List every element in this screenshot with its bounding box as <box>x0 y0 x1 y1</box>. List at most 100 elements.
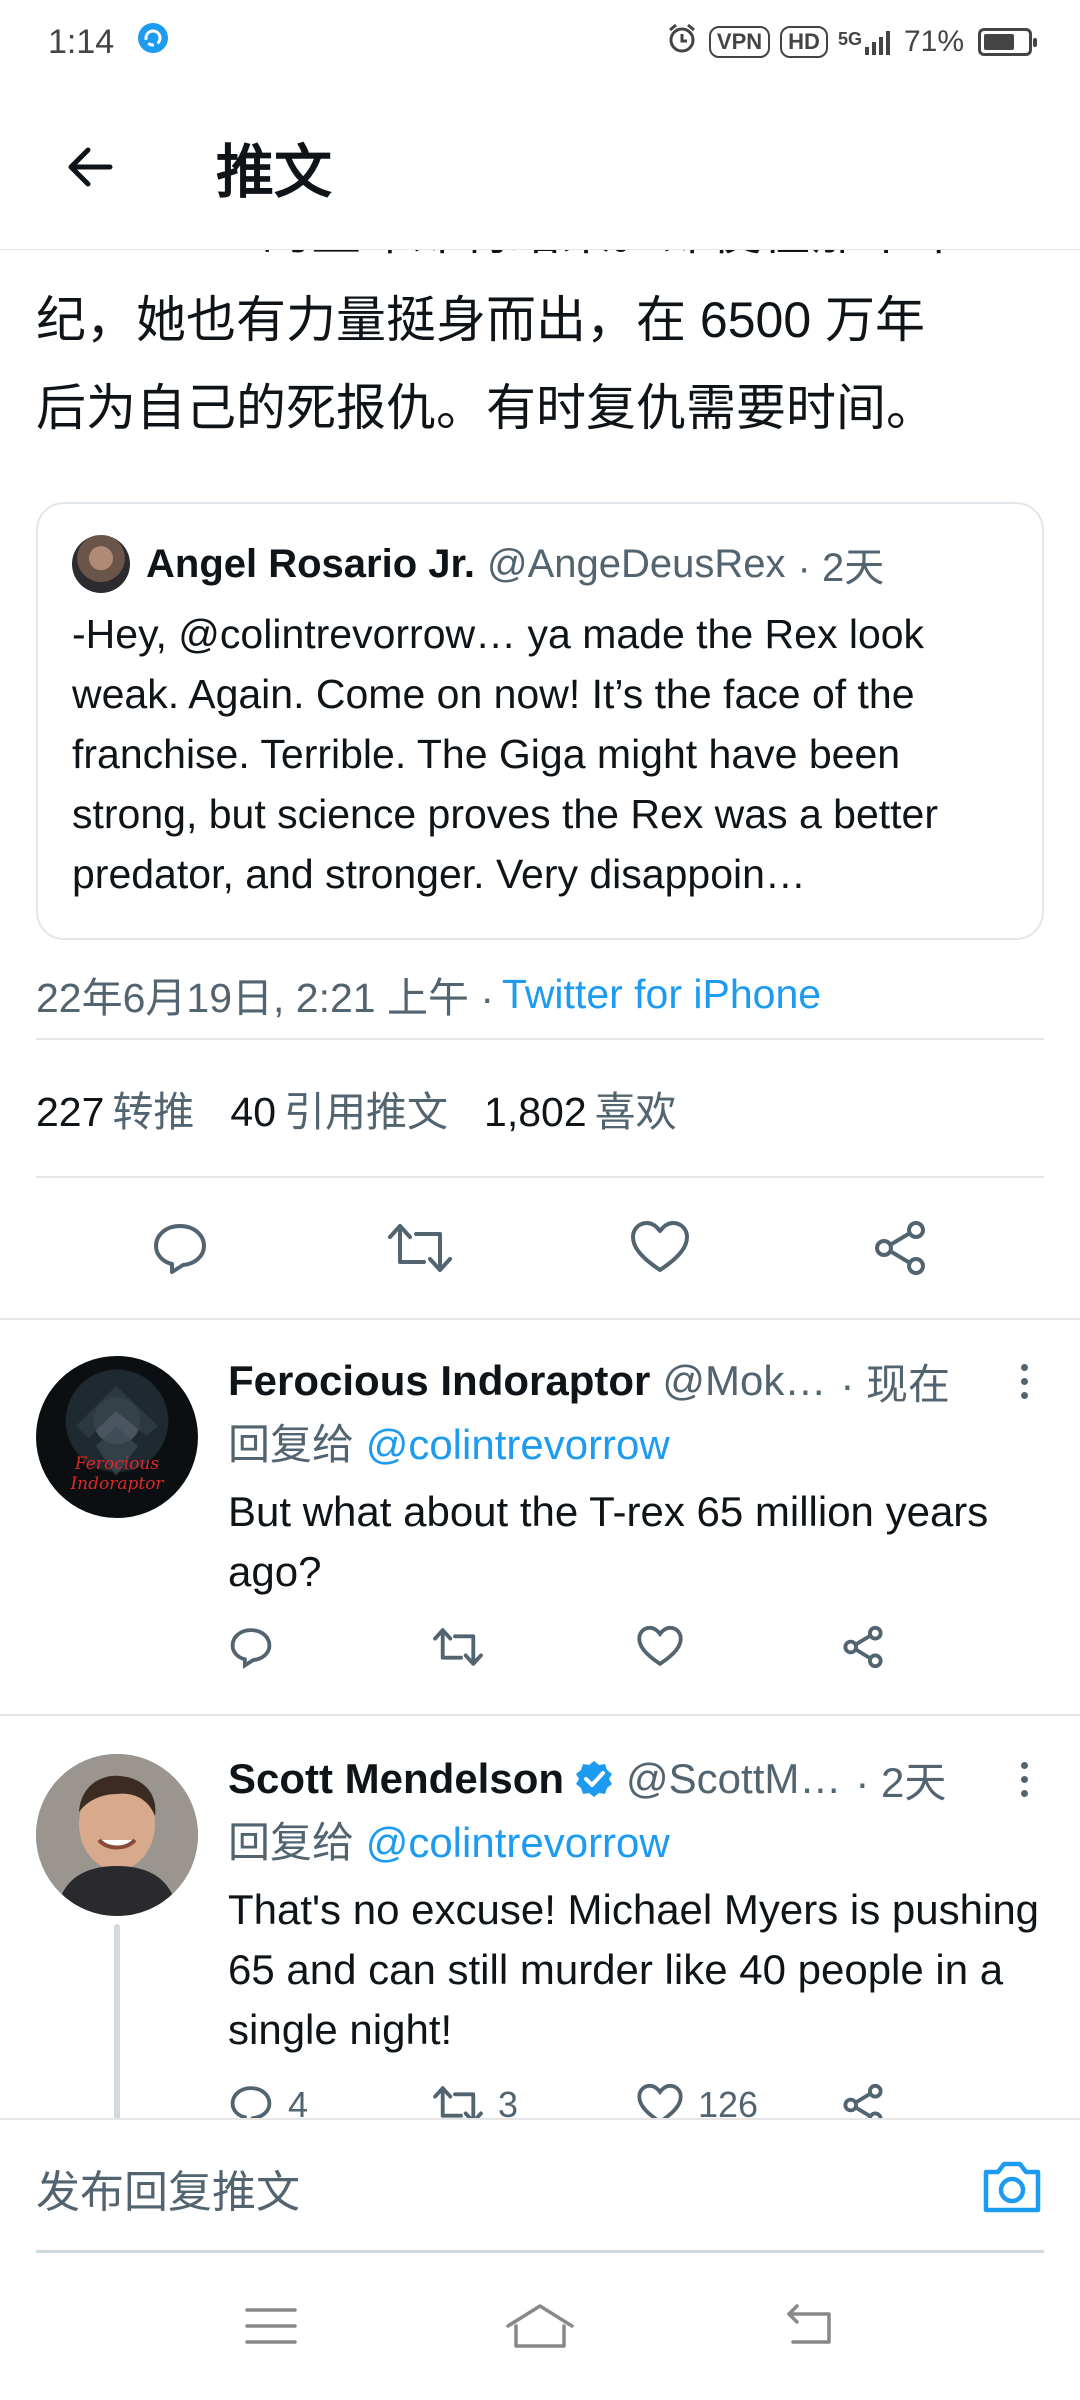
more-options-icon[interactable] <box>1004 1761 1044 1797</box>
reply-tweet[interactable]: Scott Mendelson @ScottM… · 2天 回复给 @colin… <box>0 1718 1080 2118</box>
reply-to-label: 回复给 <box>228 1421 355 1468</box>
reply-to: 回复给 @colintrevorrow <box>228 1414 1044 1476</box>
menu-icon <box>244 2307 297 2344</box>
reply-reply-button[interactable] <box>228 1624 432 1670</box>
person-avatar-art <box>36 1754 198 1916</box>
reply-author-handle: @ScottM… <box>626 1755 842 1802</box>
reply-button[interactable] <box>130 1198 230 1298</box>
retweet-button[interactable] <box>370 1198 470 1298</box>
quoted-tweet-header: Angel Rosario Jr. @AngeDeusRex · 2天 <box>72 532 1008 596</box>
home-icon <box>506 2303 574 2348</box>
avatar[interactable] <box>36 1754 198 1916</box>
reply-reply-button[interactable]: 4 <box>228 2082 432 2118</box>
likes-label: 喜欢 <box>594 1089 677 1135</box>
reply-tweet[interactable]: Ferocious Indoraptor Ferocious Indorapto… <box>0 1320 1080 1716</box>
hd-badge: HD <box>780 26 828 58</box>
reply-share-button[interactable] <box>840 2082 1044 2118</box>
like-button[interactable] <box>610 1198 710 1298</box>
reply-author-handle: @Mok… <box>662 1357 827 1404</box>
tweet-text-line: Dominion 的生命即将结束。即使在那个年 <box>36 250 1044 276</box>
tweet-actions <box>0 1178 1080 1320</box>
status-bar: 1:14 VPN HD 5G 71% <box>0 0 1080 84</box>
alarm-icon <box>665 21 699 63</box>
share-button[interactable] <box>850 1198 950 1298</box>
reply-text: That's no excuse! Michael Myers is pushi… <box>228 1886 1040 2053</box>
reply-actions: 4 3 126 <box>228 2082 1044 2118</box>
tweet-source-link[interactable]: Twitter for iPhone <box>502 971 821 1018</box>
reply-icon <box>154 1224 206 1274</box>
quotes-count: 40 <box>230 1089 277 1135</box>
reply-to-label: 回复给 <box>228 1819 355 1866</box>
network-type: 5G <box>837 29 862 49</box>
likes-stat[interactable]: 1,802 喜欢 <box>484 1078 677 1138</box>
status-right: VPN HD 5G 71% <box>665 21 1037 63</box>
quoted-author-name: Angel Rosario Jr. <box>146 541 475 586</box>
heart-icon <box>637 1625 683 1667</box>
reply-input-placeholder[interactable]: 发布回复推文 <box>36 2156 300 2220</box>
back-nav-button[interactable] <box>781 2302 837 2355</box>
retweet-icon <box>433 1628 483 1666</box>
home-nav-button[interactable] <box>504 2302 576 2355</box>
battery-level-fill <box>984 34 1014 50</box>
tweet-stats: 227 转推 40 引用推文 1,802 喜欢 <box>36 1040 1044 1178</box>
share-icon <box>875 1221 925 1275</box>
quoted-text: -Hey, @colintrevorrow… ya made the Rex l… <box>72 611 939 897</box>
reply-like-button[interactable] <box>636 1624 840 1670</box>
composer-underline <box>36 2250 1044 2253</box>
like-count: 126 <box>698 2084 759 2118</box>
reply-to-mention[interactable]: @colintrevorrow <box>366 1819 670 1866</box>
retweets-count: 227 <box>36 1089 105 1135</box>
reply-text: But what about the T-rex 65 million year… <box>228 1488 989 1595</box>
back-button[interactable] <box>0 84 180 250</box>
reply-header: Ferocious Indoraptor @Mok… · 现在 <box>228 1348 1044 1414</box>
tweet-text-line: 后为自己的死报仇。有时复仇需要时间。 <box>36 380 936 436</box>
reply-retweet-button[interactable] <box>432 1624 636 1670</box>
reply-actions <box>228 1624 1044 1670</box>
thread-connector <box>114 1924 120 2118</box>
menu-nav-button[interactable] <box>243 2304 299 2353</box>
retweet-icon <box>388 1224 452 1272</box>
reply-to: 回复给 @colintrevorrow <box>228 1812 1044 1874</box>
back-nav-icon <box>787 2303 832 2344</box>
more-options-icon[interactable] <box>1004 1363 1044 1399</box>
reply-composer[interactable]: 发布回复推文 <box>0 2118 1080 2256</box>
heart-icon <box>637 2083 683 2118</box>
quoted-tweet[interactable]: Angel Rosario Jr. @AngeDeusRex · 2天 -Hey… <box>36 502 1044 940</box>
tweet-datetime: 22年6月19日, 2:21 上午 · <box>36 975 495 1021</box>
page-title: 推文 <box>216 139 333 205</box>
camera-button[interactable] <box>980 2156 1044 2221</box>
retweets-stat[interactable]: 227 转推 <box>36 1078 194 1138</box>
quotes-label: 引用推文 <box>284 1089 449 1135</box>
tweet-meta: 22年6月19日, 2:21 上午 · Twitter for iPhone <box>36 950 1044 1040</box>
reply-author-name: Ferocious Indoraptor <box>228 1357 651 1404</box>
retweet-icon <box>433 2086 483 2118</box>
battery-percent: 71% <box>903 25 964 58</box>
reply-like-button[interactable]: 126 <box>636 2082 840 2118</box>
vpn-badge: VPN <box>708 26 771 58</box>
top-app-bar: 推文 <box>0 84 1080 250</box>
reply-share-button[interactable] <box>840 1624 1044 1670</box>
reply-body: Scott Mendelson @ScottM… · 2天 回复给 @colin… <box>228 1746 1044 2118</box>
tweet-text-line: 纪，她也有力量挺身而出，在 6500 万年 <box>36 292 926 348</box>
app-notification-icon <box>136 21 170 64</box>
signal-icon: 5G <box>838 29 894 55</box>
reply-author-name: Scott Mendelson <box>228 1755 565 1802</box>
reply-to-mention[interactable]: @colintrevorrow <box>366 1421 670 1468</box>
avatar-caption: Ferocious Indoraptor <box>70 1454 164 1494</box>
tweet-detail[interactable]: Dominion 的生命即将结束。即使在那个年 纪，她也有力量挺身而出，在 65… <box>0 250 1080 2118</box>
avatar[interactable]: Ferocious Indoraptor <box>36 1356 198 1518</box>
reply-retweet-button[interactable]: 3 <box>432 2082 636 2118</box>
camera-icon <box>983 2161 1041 2212</box>
quotes-stat[interactable]: 40 引用推文 <box>230 1078 448 1138</box>
tweet-text: Dominion 的生命即将结束。即使在那个年 纪，她也有力量挺身而出，在 65… <box>36 250 1044 452</box>
reply-icon <box>230 1628 272 1669</box>
heart-icon <box>631 1221 689 1272</box>
reply-time: · 2天 <box>855 1758 947 1806</box>
share-icon <box>843 1625 883 1669</box>
status-time: 1:14 <box>48 22 115 61</box>
reply-body: Ferocious Indoraptor @Mok… · 现在 回复给 @col… <box>228 1348 1044 1670</box>
quoted-author-handle: @AngeDeusRex <box>486 541 786 586</box>
retweet-count: 3 <box>498 2084 519 2118</box>
system-nav-bar <box>0 2256 1080 2400</box>
quoted-avatar[interactable] <box>72 535 130 593</box>
